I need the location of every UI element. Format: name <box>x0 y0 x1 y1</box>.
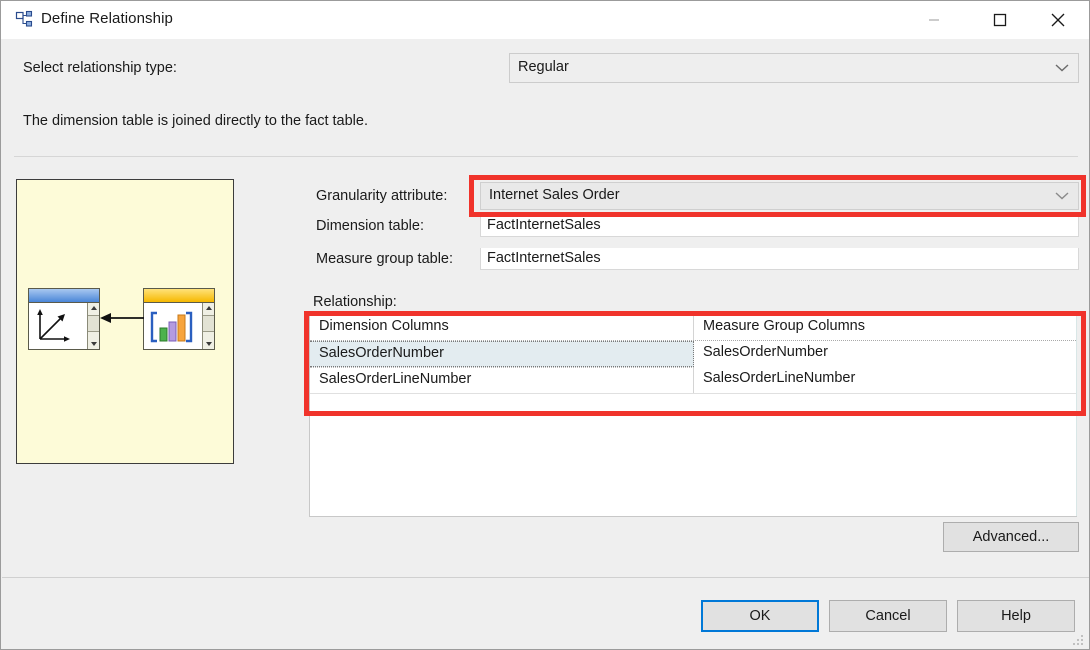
relationship-type-label: Select relationship type: <box>23 60 177 76</box>
dimension-table-node <box>28 288 100 350</box>
scroll-up-icon <box>205 306 212 310</box>
measure-group-table-value: FactInternetSales <box>487 250 601 266</box>
chevron-down-icon <box>1055 64 1069 72</box>
minimize-button[interactable] <box>911 1 957 39</box>
measure-group-bars-icon <box>150 311 193 343</box>
granularity-attribute-value: Internet Sales Order <box>489 187 620 203</box>
measure-group-table-field: FactInternetSales <box>480 248 1079 270</box>
scroll-thumb <box>203 315 214 332</box>
cell-measure-group-column[interactable]: SalesOrderLineNumber <box>694 367 1076 393</box>
scroll-thumb <box>88 315 99 332</box>
relationship-type-combo[interactable]: Regular <box>509 53 1079 83</box>
title-bar: Define Relationship <box>1 1 1089 39</box>
granularity-attribute-label: Granularity attribute: <box>316 188 448 204</box>
close-button[interactable] <box>1035 1 1081 39</box>
scroll-up-icon <box>90 306 97 310</box>
dimension-table-label: Dimension table: <box>316 218 424 234</box>
maximize-icon <box>993 13 1007 27</box>
relationship-type-value: Regular <box>518 59 569 75</box>
relationship-diagram-icon <box>15 10 35 30</box>
grid-column-divider <box>1076 315 1077 516</box>
table-row[interactable]: SalesOrderLineNumber SalesOrderLineNumbe… <box>310 367 1076 393</box>
window-title: Define Relationship <box>41 10 173 27</box>
dimension-table-value: FactInternetSales <box>487 217 601 233</box>
top-divider <box>14 156 1078 157</box>
close-icon <box>1051 13 1065 27</box>
ok-button[interactable]: OK <box>701 600 819 632</box>
footer-divider <box>2 577 1089 578</box>
measure-node-scrollbar <box>202 303 214 349</box>
table-row[interactable]: SalesOrderNumber SalesOrderNumber <box>310 341 1076 367</box>
help-button[interactable]: Help <box>957 600 1075 632</box>
column-header-dimension[interactable]: Dimension Columns <box>310 315 694 340</box>
cancel-button[interactable]: Cancel <box>829 600 947 632</box>
measure-group-table-label: Measure group table: <box>316 251 454 267</box>
scroll-down-icon <box>205 342 212 346</box>
relationship-section-label: Relationship: <box>313 294 397 310</box>
dimension-axes-icon <box>37 309 70 342</box>
scroll-down-icon <box>90 342 97 346</box>
define-relationship-dialog: Define Relationship Select relationship … <box>0 0 1090 650</box>
column-header-measure-group[interactable]: Measure Group Columns <box>694 315 1076 340</box>
measure-group-node <box>143 288 215 350</box>
relationship-type-description: The dimension table is joined directly t… <box>23 113 368 129</box>
cell-dimension-column[interactable]: SalesOrderNumber <box>310 341 694 367</box>
relationship-columns-grid[interactable]: Dimension Columns Measure Group Columns … <box>309 314 1077 517</box>
dimension-node-titlebar <box>29 289 99 303</box>
dimension-node-scrollbar <box>87 303 99 349</box>
minimize-icon <box>929 19 939 21</box>
grid-row-divider <box>310 393 1076 394</box>
measure-node-titlebar <box>144 289 214 303</box>
maximize-button[interactable] <box>977 1 1023 39</box>
advanced-button[interactable]: Advanced... <box>943 522 1079 552</box>
chevron-down-icon <box>1055 192 1069 200</box>
cell-dimension-column[interactable]: SalesOrderLineNumber <box>310 367 694 393</box>
granularity-attribute-combo[interactable]: Internet Sales Order <box>480 182 1079 210</box>
dimension-table-field: FactInternetSales <box>480 215 1079 237</box>
resize-grip-icon[interactable] <box>1072 633 1085 646</box>
grid-header-row: Dimension Columns Measure Group Columns <box>310 315 1076 341</box>
relationship-arrow <box>100 313 144 323</box>
cell-measure-group-column[interactable]: SalesOrderNumber <box>694 341 1076 367</box>
